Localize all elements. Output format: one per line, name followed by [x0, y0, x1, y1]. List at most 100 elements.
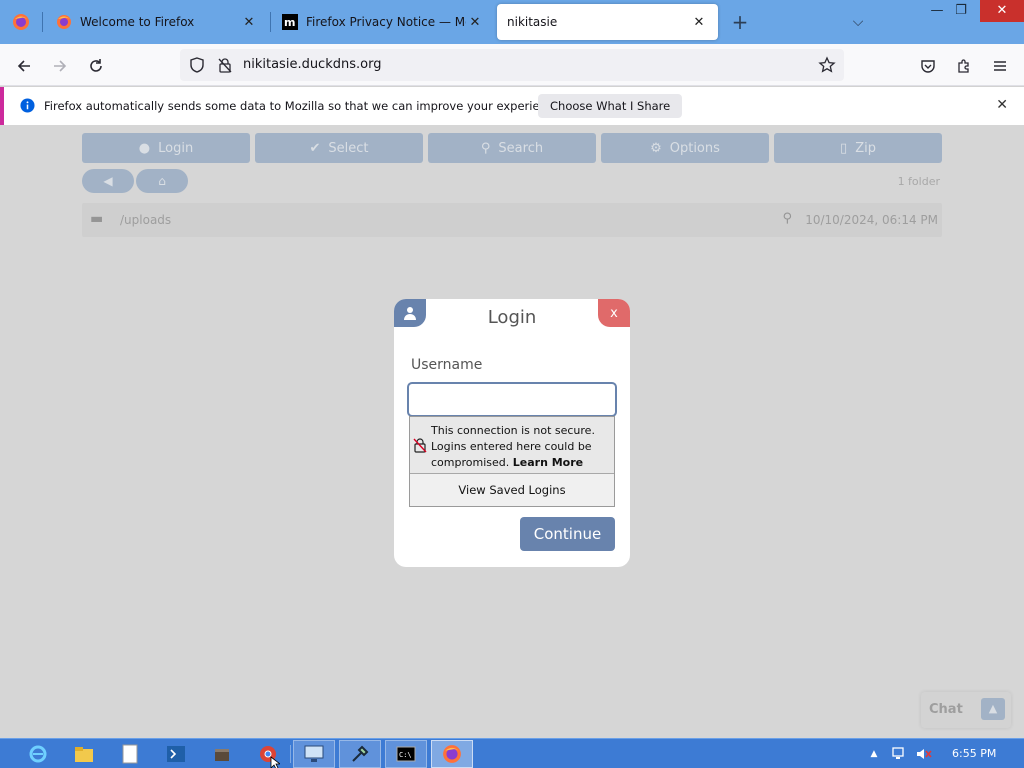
learn-more-link[interactable]: Learn More	[513, 456, 583, 469]
chat-arrow-icon[interactable]: ▲	[981, 698, 1005, 720]
bookmark-star-icon[interactable]	[818, 56, 836, 74]
volume-muted-icon[interactable]	[912, 742, 936, 766]
tab-strip: Welcome to Firefox ✕ m Firefox Privacy N…	[0, 0, 1024, 44]
notepad-icon[interactable]	[118, 742, 142, 766]
menu-login-label: Login	[158, 140, 194, 156]
url-bar[interactable]: nikitasie.duckdns.org	[180, 49, 844, 81]
puzzle-icon	[958, 59, 969, 73]
svg-text:m: m	[284, 16, 295, 29]
clock[interactable]: 6:55 PM	[952, 747, 996, 760]
insecure-lock-icon[interactable]	[217, 57, 233, 73]
insecure-warning-text: This connection is not secure. Logins en…	[431, 423, 611, 471]
person-icon: ●	[138, 140, 151, 156]
taskbar-separator	[290, 745, 291, 763]
chat-widget[interactable]: Chat ▲	[921, 692, 1011, 728]
app-menu-button[interactable]	[986, 52, 1014, 80]
back-button[interactable]	[10, 52, 38, 80]
choose-what-i-share-button[interactable]: Choose What I Share	[538, 94, 683, 118]
tab-close-icon[interactable]: ✕	[240, 13, 258, 31]
notification-message: Firefox automatically sends some data to…	[44, 99, 564, 113]
powershell-icon[interactable]	[164, 742, 188, 766]
notification-close-icon[interactable]: ✕	[996, 97, 1008, 113]
file-explorer-icon[interactable]	[72, 742, 96, 766]
list-all-tabs-chevron-icon[interactable]: ⌵	[846, 10, 870, 34]
home-icon: ⌂	[158, 174, 166, 188]
package-icon[interactable]	[210, 742, 234, 766]
menu-select-button[interactable]: ✔ Select	[255, 133, 423, 163]
insecure-warning-row[interactable]: This connection is not secure. Logins en…	[410, 417, 614, 474]
tab-title: Firefox Privacy Notice — Mozilla	[306, 15, 466, 29]
menu-zip-button[interactable]: ▯ Zip	[774, 133, 942, 163]
tab-welcome[interactable]: Welcome to Firefox ✕	[46, 4, 268, 40]
username-input[interactable]	[407, 382, 617, 417]
window-close-icon[interactable]: ✕	[980, 0, 1024, 22]
menu-options-button[interactable]: ⚙ Options	[601, 133, 769, 163]
menu-options-label: Options	[669, 140, 720, 156]
tab-title: nikitasie	[507, 15, 558, 29]
arrow-left-icon	[17, 60, 30, 72]
info-icon	[20, 98, 35, 113]
taskbar-app-cmd[interactable]: C:\	[385, 740, 427, 768]
insecure-lock-icon	[413, 438, 427, 453]
firefox-favicon-icon	[57, 15, 71, 29]
folder-count: 1 folder	[897, 175, 940, 188]
internet-explorer-icon[interactable]	[26, 742, 50, 766]
tab-privacy-notice[interactable]: m Firefox Privacy Notice — Mozilla ✕	[272, 4, 494, 40]
taskbar-app-tool[interactable]	[339, 740, 381, 768]
forward-button[interactable]	[46, 52, 74, 80]
search-icon: ⚲	[782, 211, 792, 226]
tab-title: Welcome to Firefox	[80, 15, 195, 29]
pocket-icon	[921, 60, 935, 73]
tracking-shield-icon[interactable]	[189, 57, 205, 73]
monitor-icon	[304, 745, 324, 762]
username-label: Username	[411, 357, 483, 373]
show-hidden-icons-chevron-icon[interactable]: ▲	[866, 742, 882, 766]
folder-icon: ▬	[90, 211, 104, 227]
taskbar-app-firefox[interactable]	[431, 740, 473, 768]
reload-button[interactable]	[82, 52, 110, 80]
mouse-cursor-icon	[270, 756, 280, 768]
tool-icon	[352, 745, 369, 762]
svg-text:C:\: C:\	[399, 751, 412, 759]
back-arrow-button[interactable]: ◀	[82, 169, 134, 193]
data-collection-notification: Firefox automatically sends some data to…	[0, 87, 1024, 125]
extensions-button[interactable]	[950, 52, 978, 80]
view-saved-logins-button[interactable]: View Saved Logins	[410, 475, 614, 506]
path-bar: ▬ /uploads ⚲ 10/10/2024, 06:14 PM	[82, 203, 942, 237]
check-icon: ✔	[309, 140, 321, 156]
network-icon[interactable]	[888, 742, 912, 766]
url-text[interactable]: nikitasie.duckdns.org	[243, 57, 381, 72]
insecure-login-popup: This connection is not secure. Logins en…	[409, 416, 615, 507]
tab-close-icon[interactable]: ✕	[466, 13, 484, 31]
taskbar-app-monitor[interactable]	[293, 740, 335, 768]
tab-separator	[42, 12, 43, 32]
firefox-icon	[443, 745, 461, 763]
restore-icon[interactable]: ❐	[946, 0, 976, 22]
continue-button[interactable]: Continue	[520, 517, 615, 551]
dialog-title: Login	[487, 307, 537, 328]
arrow-left-icon: ◀	[103, 174, 113, 188]
file-icon: ▯	[840, 140, 848, 156]
menu-zip-label: Zip	[855, 140, 876, 156]
timestamp: 10/10/2024, 06:14 PM	[805, 213, 938, 227]
mozilla-favicon-icon: m	[282, 14, 298, 30]
path-label: /uploads	[120, 213, 172, 227]
menu-login-button[interactable]: ● Login	[82, 133, 250, 163]
command-prompt-icon: C:\	[396, 746, 416, 762]
new-tab-button[interactable]: +	[728, 10, 752, 34]
hamburger-menu-icon	[994, 61, 1006, 71]
gear-icon: ⚙	[650, 140, 662, 156]
pocket-button[interactable]	[914, 52, 942, 80]
tab-close-icon[interactable]: ✕	[690, 13, 708, 31]
firefox-logo-icon	[13, 14, 29, 30]
tab-nikitasie[interactable]: nikitasie ✕	[497, 4, 718, 40]
search-icon: ⚲	[480, 140, 491, 156]
reload-icon	[90, 59, 102, 72]
arrow-right-icon	[54, 60, 67, 72]
firefox-view-button[interactable]	[0, 0, 42, 44]
menu-select-label: Select	[328, 140, 369, 156]
chat-label: Chat	[929, 702, 963, 717]
menu-search-button[interactable]: ⚲ Search	[428, 133, 596, 163]
tab-separator	[270, 12, 271, 32]
home-button[interactable]: ⌂	[136, 169, 188, 193]
